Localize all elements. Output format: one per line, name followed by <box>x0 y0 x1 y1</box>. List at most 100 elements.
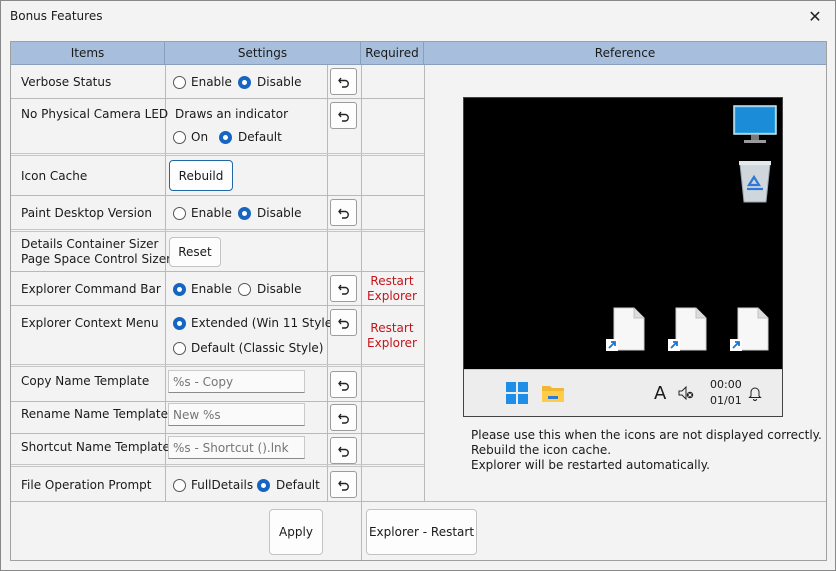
camera-led-label: No Physical Camera LED <box>21 107 169 121</box>
recycle-bin-icon <box>739 161 771 203</box>
fileop-default-label: Default <box>276 478 320 492</box>
verbose-status-label: Verbose Status <box>21 75 112 89</box>
row-divider <box>11 195 424 196</box>
title-bar: Bonus Features ✕ <box>1 1 835 32</box>
fileop-default-radio[interactable] <box>257 479 270 492</box>
fileop-reset-button[interactable] <box>330 471 357 498</box>
cmdbar-enable-radio[interactable] <box>173 283 186 296</box>
taskbar: A 00:00 01/01 <box>464 369 782 416</box>
rebuild-button[interactable]: Rebuild <box>169 160 233 191</box>
context-restart-note-line1: Restart <box>370 321 414 335</box>
close-button[interactable]: ✕ <box>795 1 835 32</box>
bell-icon <box>748 387 762 401</box>
row-divider <box>11 433 424 434</box>
verbose-enable-radio[interactable] <box>173 76 186 89</box>
row-divider <box>11 229 424 232</box>
undo-icon <box>337 380 349 391</box>
apply-button[interactable]: Apply <box>269 509 323 555</box>
cmdbar-restart-note-line1: Restart <box>370 274 414 288</box>
verbose-disable-radio[interactable] <box>238 76 251 89</box>
row-divider <box>11 364 424 367</box>
file-shortcut-icon <box>730 307 769 351</box>
clock-date: 01/01 <box>710 394 742 407</box>
windows-start-icon <box>506 382 528 404</box>
window-title: Bonus Features <box>10 9 103 23</box>
undo-icon <box>337 284 349 295</box>
file-shortcut-icon <box>668 307 707 351</box>
paint-reset-button[interactable] <box>330 199 357 226</box>
rename-name-label: Rename Name Template <box>21 407 168 421</box>
cmdbar-restart-note-line2: Explorer <box>367 289 417 303</box>
row-divider <box>11 464 424 467</box>
shortcut-name-label: Shortcut Name Template <box>21 440 170 454</box>
speaker-muted-icon <box>678 386 694 400</box>
paint-desktop-label: Paint Desktop Version <box>21 206 152 220</box>
cmdbar-disable-radio[interactable] <box>238 283 251 296</box>
reference-preview: A 00:00 01/01 <box>463 97 783 417</box>
row-divider <box>11 98 424 99</box>
clock-time: 00:00 <box>710 378 742 391</box>
undo-icon <box>337 77 349 88</box>
camera-reset-button[interactable] <box>330 102 357 129</box>
cmdbar-enable-label: Enable <box>191 282 232 296</box>
verbose-disable-label: Disable <box>257 75 302 89</box>
undo-icon <box>337 446 349 457</box>
row-divider <box>11 271 424 272</box>
context-menu-label: Explorer Context Menu <box>21 316 159 330</box>
column-header-settings: Settings <box>165 42 361 65</box>
file-shortcut-icon <box>606 307 645 351</box>
column-divider <box>327 65 328 502</box>
context-restart-note-line2: Explorer <box>367 336 417 350</box>
reset-sizer-button[interactable]: Reset <box>169 237 221 267</box>
row-divider <box>11 153 424 156</box>
shortcut-name-input[interactable] <box>168 436 305 459</box>
shortcut-name-reset-button[interactable] <box>330 437 357 464</box>
column-header-items: Items <box>11 42 165 65</box>
reference-description-line2: Rebuild the icon cache. <box>471 443 612 457</box>
camera-default-radio[interactable] <box>219 131 232 144</box>
rename-name-reset-button[interactable] <box>330 404 357 431</box>
column-header-required: Required <box>361 42 424 65</box>
undo-icon <box>337 318 349 329</box>
copy-name-label: Copy Name Template <box>21 374 150 388</box>
fileop-fulldetails-radio[interactable] <box>173 479 186 492</box>
paint-enable-label: Enable <box>191 206 232 220</box>
rename-name-input[interactable] <box>168 403 305 426</box>
fileop-fulldetails-label: FullDetails <box>191 478 254 492</box>
reference-description-line3: Explorer will be restarted automatically… <box>471 458 710 472</box>
paint-enable-radio[interactable] <box>173 207 186 220</box>
undo-icon <box>337 480 349 491</box>
explorer-restart-button[interactable]: Explorer - Restart <box>366 509 477 555</box>
camera-on-label: On <box>191 130 209 144</box>
row-divider <box>11 305 424 306</box>
close-icon: ✕ <box>808 7 822 26</box>
ime-indicator: A <box>654 383 667 404</box>
reference-description-line1: Please use this when the icons are not d… <box>471 428 822 442</box>
undo-icon <box>337 208 349 219</box>
verbose-reset-button[interactable] <box>330 68 357 95</box>
column-divider <box>361 65 362 560</box>
context-default-radio[interactable] <box>173 342 186 355</box>
context-extended-label: Extended (Win 11 Style) <box>191 316 337 330</box>
verbose-enable-label: Enable <box>191 75 232 89</box>
paint-disable-label: Disable <box>257 206 302 220</box>
context-reset-button[interactable] <box>330 309 357 336</box>
undo-icon <box>337 111 349 122</box>
camera-default-label: Default <box>238 130 282 144</box>
copy-name-input[interactable] <box>168 370 305 393</box>
undo-icon <box>337 413 349 424</box>
row-divider <box>11 401 424 402</box>
monitor-icon <box>733 105 777 143</box>
bonus-features-window: Bonus Features ✕ Items Settings Required… <box>0 0 836 571</box>
context-extended-radio[interactable] <box>173 317 186 330</box>
camera-led-description: Draws an indicator <box>175 107 289 121</box>
camera-on-radio[interactable] <box>173 131 186 144</box>
copy-name-reset-button[interactable] <box>330 371 357 398</box>
column-divider <box>165 65 166 502</box>
folder-icon <box>542 386 564 402</box>
details-container-label: Details Container Sizer <box>21 237 159 251</box>
cmdbar-reset-button[interactable] <box>330 275 357 302</box>
column-divider <box>424 65 425 502</box>
paint-disable-radio[interactable] <box>238 207 251 220</box>
row-divider <box>11 501 826 502</box>
